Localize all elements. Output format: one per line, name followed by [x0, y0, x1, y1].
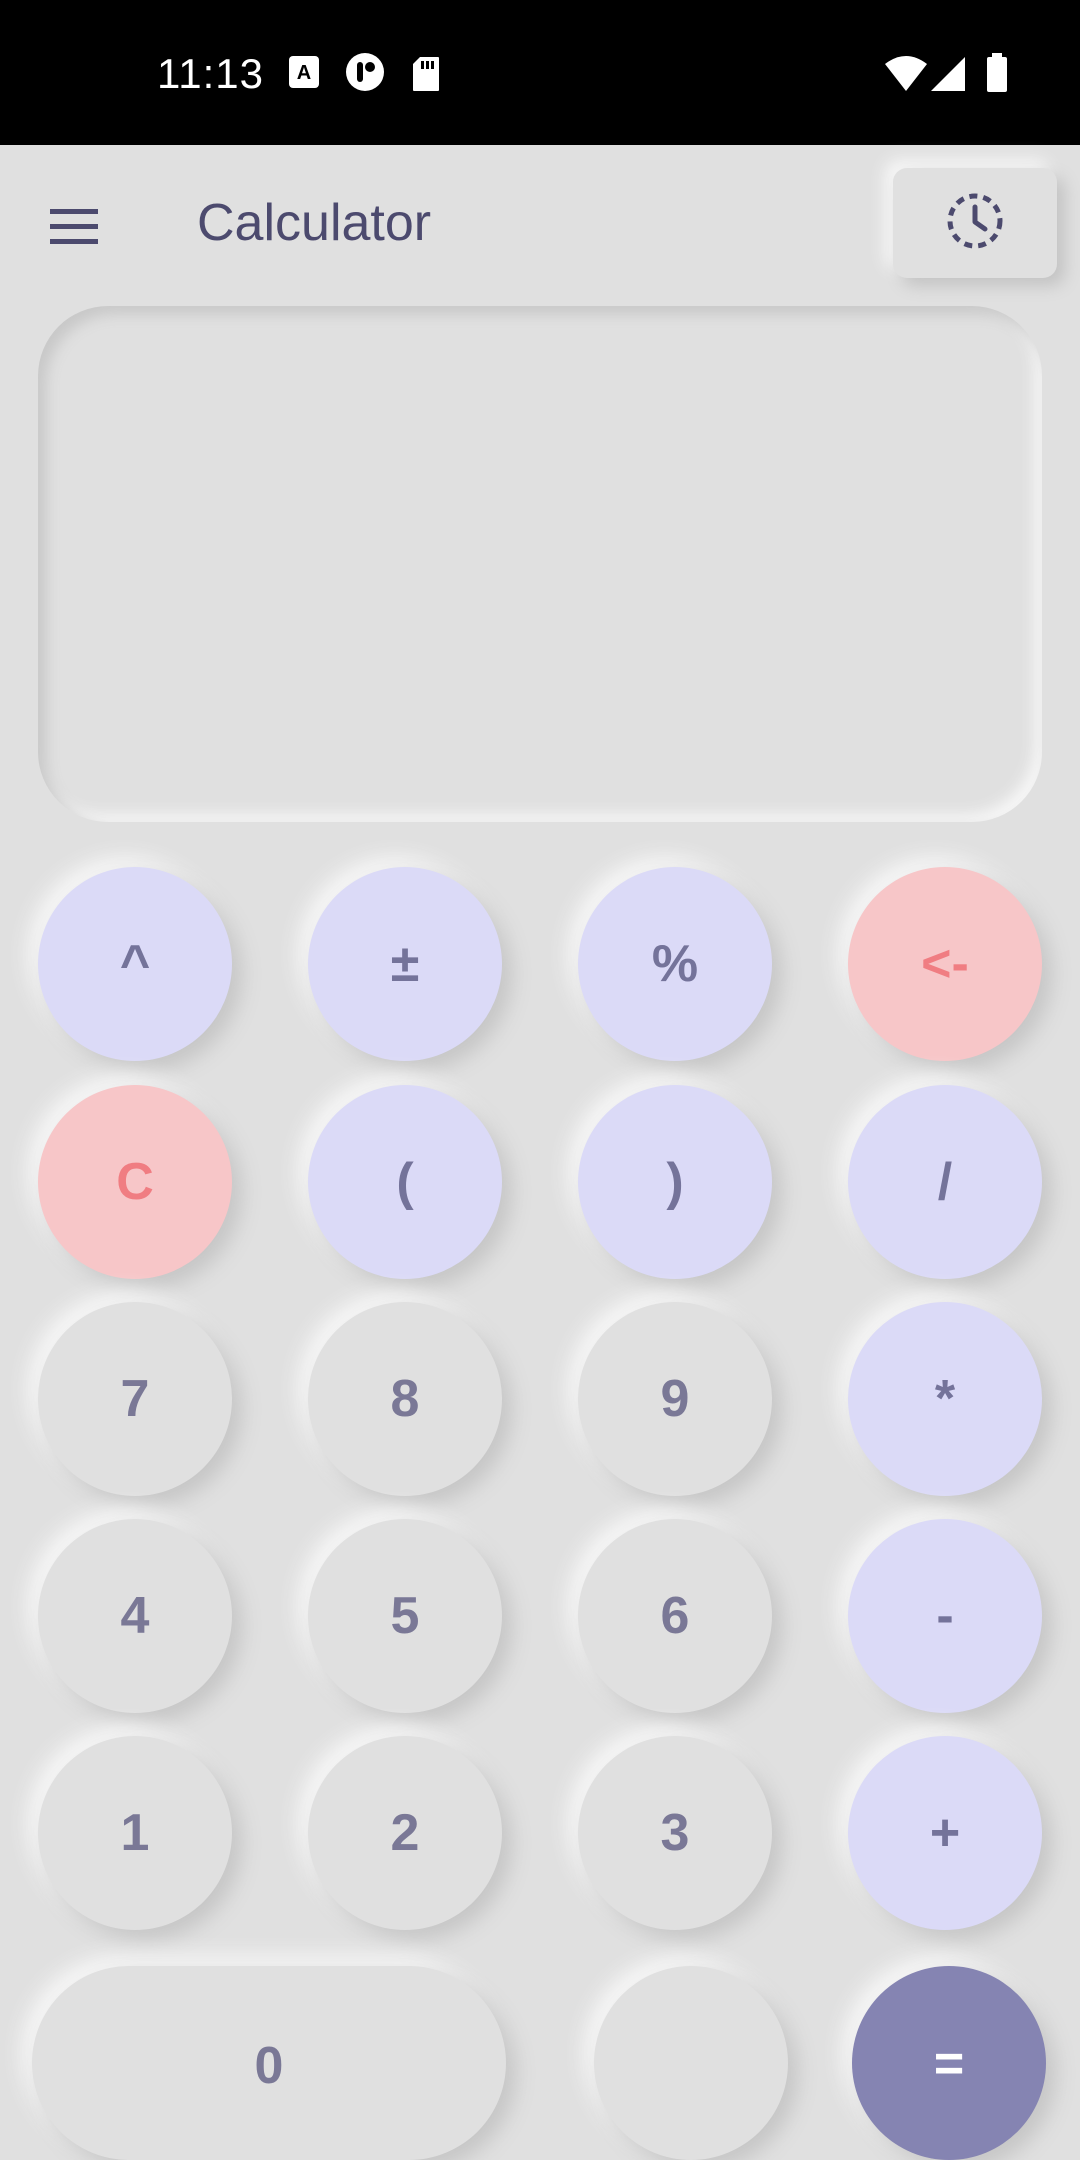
wifi-icon	[884, 56, 928, 97]
key-equals[interactable]: =	[852, 1966, 1046, 2160]
key-clear[interactable]: C	[38, 1085, 232, 1279]
svg-text:A: A	[297, 62, 311, 84]
key-decimal[interactable]	[594, 1966, 788, 2160]
page-title: Calculator	[197, 194, 432, 252]
keyboard-a-icon: A	[288, 55, 320, 94]
key-9[interactable]: 9	[578, 1302, 772, 1496]
key-0[interactable]: 0	[32, 1966, 506, 2160]
calculator-app: Calculator ^ ± % <- C ( ) / 7 8 9 * 4 5 …	[0, 145, 1080, 2160]
key-1[interactable]: 1	[38, 1736, 232, 1930]
key-5[interactable]: 5	[308, 1519, 502, 1713]
history-clock-icon	[945, 191, 1005, 256]
key-backspace[interactable]: <-	[848, 867, 1042, 1061]
status-bar: 11:13 A	[0, 0, 1080, 145]
key-multiply[interactable]: *	[848, 1302, 1042, 1496]
key-4[interactable]: 4	[38, 1519, 232, 1713]
sd-card-icon	[412, 56, 440, 97]
key-equals-label: =	[933, 2035, 965, 2093]
key-percent[interactable]: %	[578, 867, 772, 1061]
key-subtract[interactable]: -	[848, 1519, 1042, 1713]
key-plus-minus[interactable]: ±	[308, 867, 502, 1061]
key-3[interactable]: 3	[578, 1736, 772, 1930]
calculator-display	[38, 306, 1042, 822]
history-button[interactable]	[893, 168, 1057, 278]
key-add[interactable]: +	[848, 1736, 1042, 1930]
cell-signal-icon	[930, 56, 966, 97]
status-time: 11:13	[157, 50, 264, 97]
hamburger-menu-icon[interactable]	[46, 205, 106, 249]
key-divide[interactable]: /	[848, 1085, 1042, 1279]
key-8[interactable]: 8	[308, 1302, 502, 1496]
key-7[interactable]: 7	[38, 1302, 232, 1496]
key-close-paren[interactable]: )	[578, 1085, 772, 1279]
key-2[interactable]: 2	[308, 1736, 502, 1930]
app-notification-icon	[345, 52, 385, 97]
key-6[interactable]: 6	[578, 1519, 772, 1713]
key-power[interactable]: ^	[38, 867, 232, 1061]
key-0-label: 0	[254, 2037, 284, 2095]
battery-icon	[986, 53, 1008, 98]
key-open-paren[interactable]: (	[308, 1085, 502, 1279]
